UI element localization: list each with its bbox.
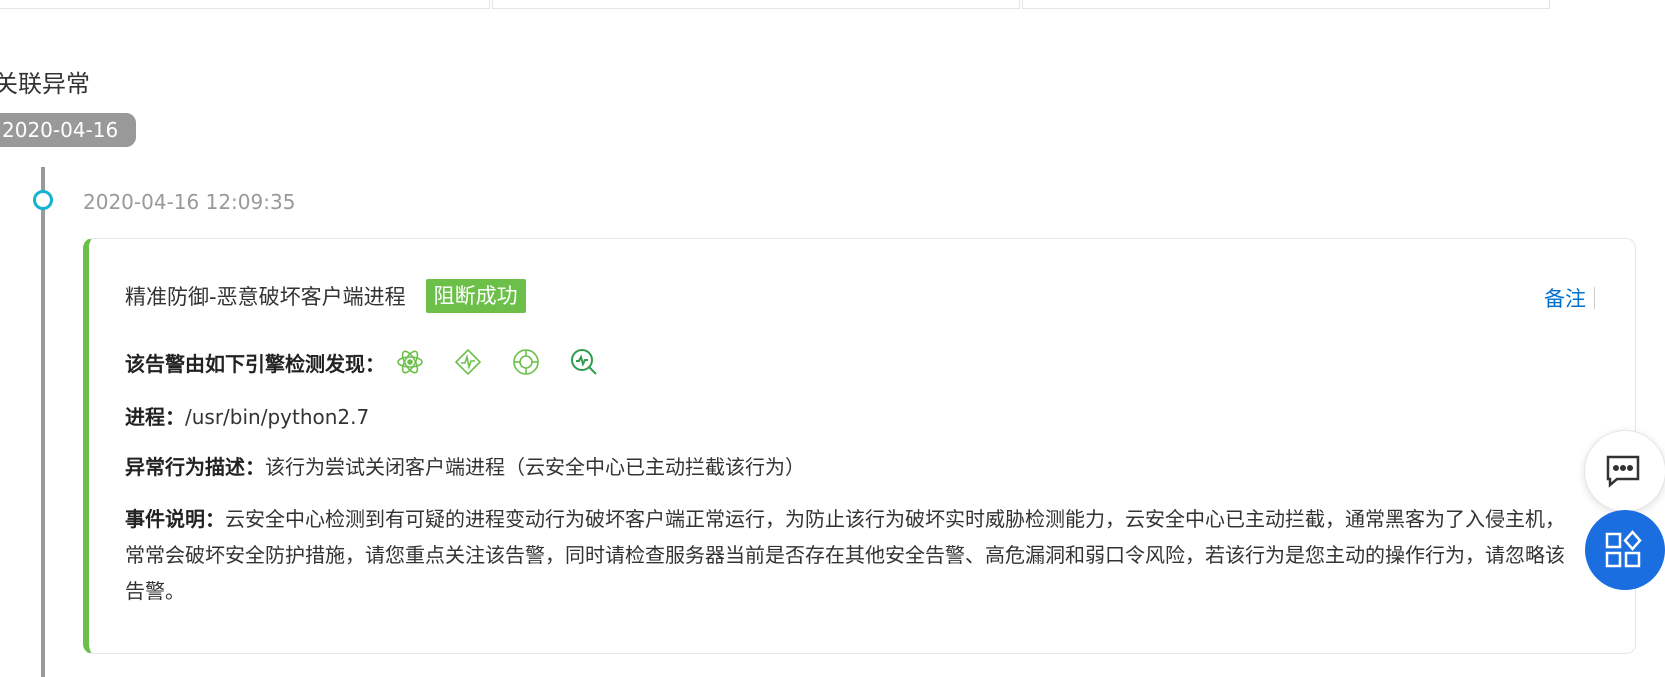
process-label: 进程： <box>125 405 185 429</box>
section-title: 关联异常 <box>0 70 90 98</box>
search-pulse-engine-icon[interactable] <box>569 347 599 377</box>
engine-label: 该告警由如下引擎检测发现： <box>125 351 385 376</box>
divider <box>1594 287 1595 309</box>
alert-title: 精准防御-恶意破坏客户端进程 <box>125 285 406 309</box>
event-label: 事件说明： <box>125 507 225 531</box>
timeline-line <box>41 167 45 677</box>
chat-icon <box>1606 455 1640 488</box>
top-card-row <box>0 0 1640 10</box>
alert-card: 精准防御-恶意破坏客户端进程 阻断成功 备注 该告警由如下引擎检测发现： 进程：… <box>83 238 1636 654</box>
event-timestamp: 2020-04-16 12:09:35 <box>83 190 296 214</box>
note-actions: 备注 <box>1544 283 1595 313</box>
date-pill: 2020-04-16 <box>0 113 137 147</box>
pulse-engine-icon[interactable] <box>453 347 483 377</box>
engine-icons <box>395 347 599 377</box>
behavior-row: 异常行为描述：该行为尝试关闭客户端进程（云安全中心已主动拦截该行为） <box>125 451 805 480</box>
process-value: /usr/bin/python2.7 <box>185 405 370 429</box>
alert-header: 精准防御-恶意破坏客户端进程 阻断成功 <box>125 279 526 313</box>
event-row: 事件说明：云安全中心检测到有可疑的进程变动行为破坏客户端正常运行，为防止该行为破… <box>125 501 1565 609</box>
top-card <box>492 0 1020 9</box>
behavior-value: 该行为尝试关闭客户端进程（云安全中心已主动拦截该行为） <box>265 455 805 479</box>
status-badge: 阻断成功 <box>425 279 526 313</box>
atom-engine-icon[interactable] <box>395 347 425 377</box>
engine-row: 该告警由如下引擎检测发现： <box>125 347 599 377</box>
event-value: 云安全中心检测到有可疑的进程变动行为破坏客户端正常运行，为防止该行为破坏实时威胁… <box>125 507 1565 603</box>
process-row: 进程：/usr/bin/python2.7 <box>125 401 369 430</box>
behavior-label: 异常行为描述： <box>125 455 265 479</box>
chat-button[interactable] <box>1584 430 1665 512</box>
apps-button[interactable] <box>1585 510 1665 590</box>
target-engine-icon[interactable] <box>511 347 541 377</box>
timeline-dot <box>33 190 53 210</box>
top-card <box>0 0 490 9</box>
top-card <box>1022 0 1550 9</box>
apps-icon <box>1605 530 1642 568</box>
note-link[interactable]: 备注 <box>1544 283 1586 313</box>
